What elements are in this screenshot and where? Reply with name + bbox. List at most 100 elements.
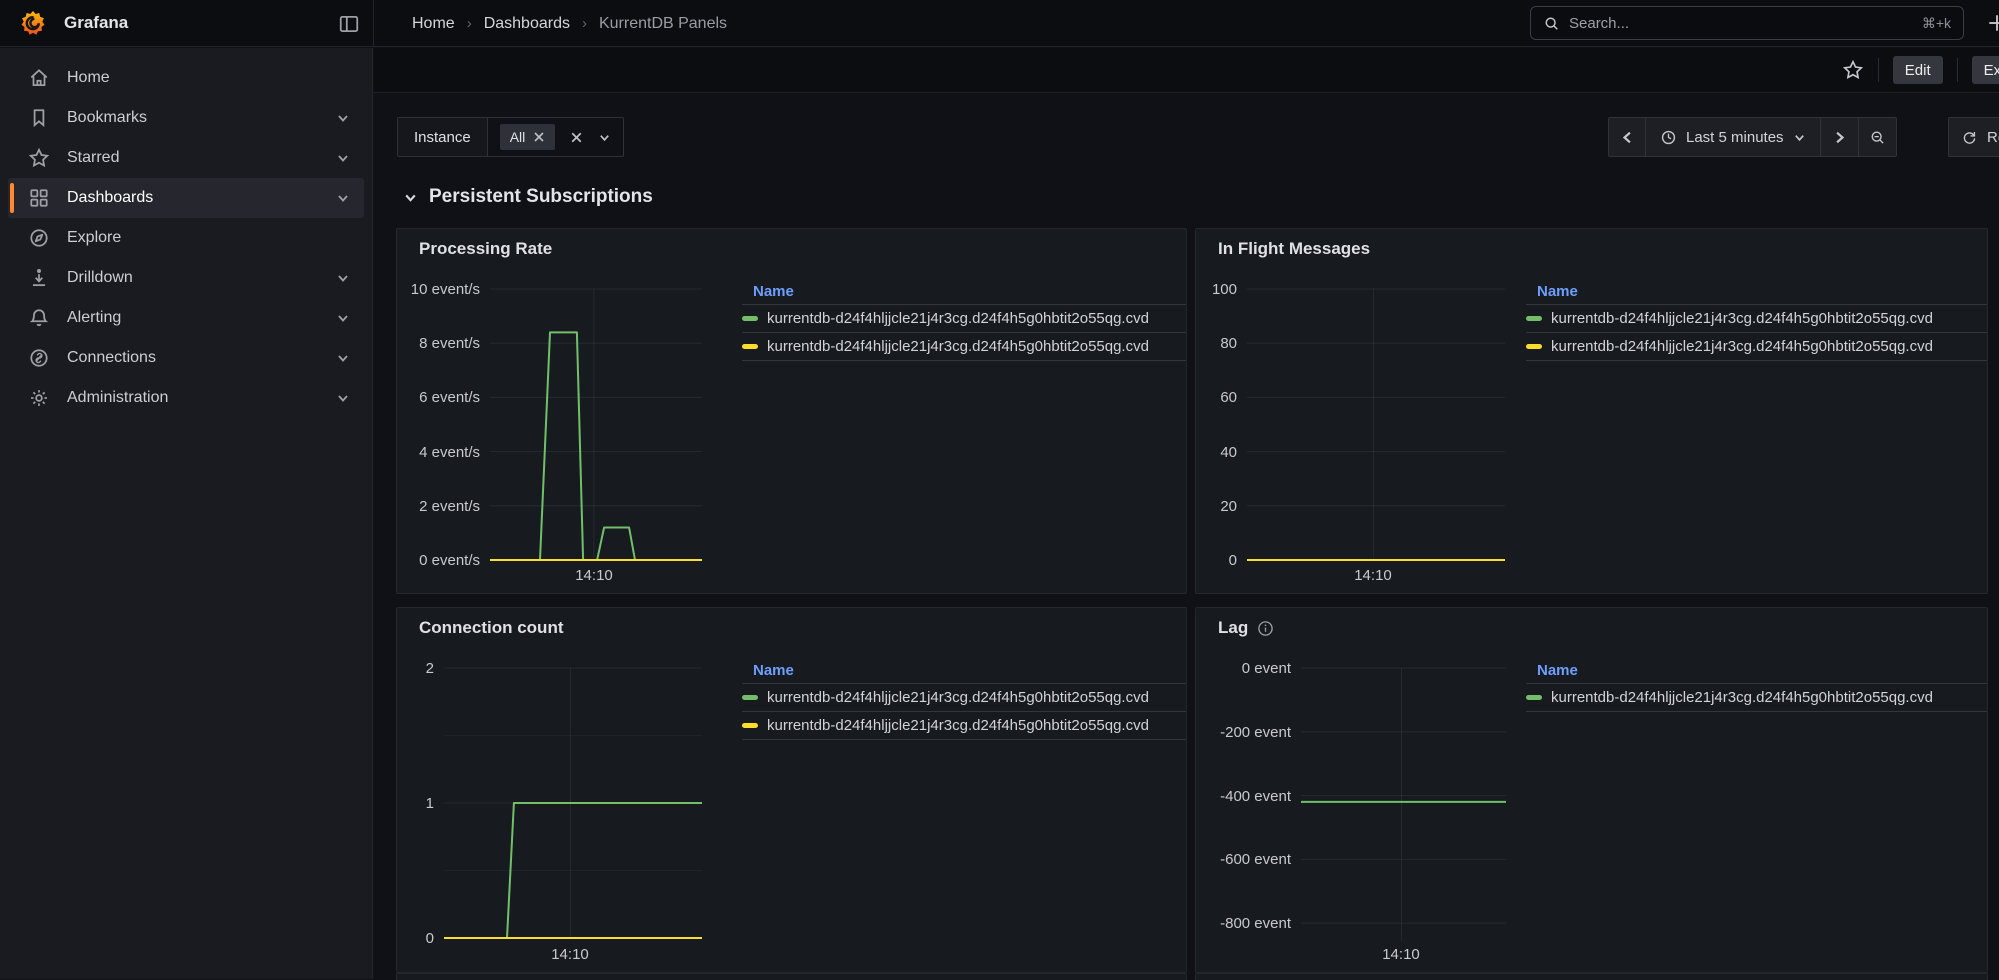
dashboard-toolbar: Edit Export [374, 48, 1999, 93]
time-back-button[interactable] [1608, 117, 1646, 157]
chevron-down-icon [336, 311, 350, 325]
instance-filter: Instance All [397, 117, 624, 157]
chevron-down-icon [336, 151, 350, 165]
sidebar-item-alerting[interactable]: Alerting [8, 298, 364, 338]
time-forward-button[interactable] [1821, 117, 1859, 157]
grafana-logo-icon[interactable] [20, 10, 46, 36]
search-box[interactable]: ⌘+k [1530, 6, 1964, 40]
remove-value-icon[interactable] [533, 131, 545, 143]
series-color-swatch [742, 723, 758, 728]
legend-name-header[interactable]: Name [1526, 657, 1987, 684]
panel-header[interactable]: In Flight Messages [1218, 239, 1370, 259]
topbar-divider [373, 0, 374, 47]
legend-name-header[interactable]: Name [742, 657, 1186, 684]
chevron-left-icon [1619, 129, 1636, 146]
toolbar-divider [1957, 58, 1958, 82]
bell-icon [28, 307, 50, 329]
refresh-button[interactable]: Refresh [1948, 117, 1999, 157]
legend-row[interactable]: kurrentdb-d24f4hljjcle21j4r3cg.d24f4h5g0… [1526, 684, 1987, 712]
breadcrumb-separator: › [467, 15, 472, 32]
breadcrumb-separator: › [582, 15, 587, 32]
search-shortcut-hint: ⌘+k [1922, 15, 1951, 32]
compass-icon [28, 227, 50, 249]
clock-icon [1660, 129, 1677, 146]
bookmark-icon [28, 107, 50, 129]
instance-filter-value[interactable]: All [488, 118, 624, 156]
time-controls: Last 5 minutes [1608, 117, 1897, 157]
brand-title: Grafana [64, 13, 128, 33]
time-series-plot[interactable] [490, 289, 702, 560]
chevron-right-icon [1831, 129, 1848, 146]
chevron-down-icon [336, 111, 350, 125]
legend-table: Name kurrentdb-d24f4hljjcle21j4r3cg.d24f… [742, 657, 1186, 740]
home-icon [28, 67, 50, 89]
legend-table: Name kurrentdb-d24f4hljjcle21j4r3cg.d24f… [1526, 657, 1987, 712]
sidebar-toggle-icon[interactable] [338, 13, 360, 35]
time-series-plot[interactable] [1247, 289, 1505, 560]
breadcrumb-home[interactable]: Home [412, 15, 455, 33]
sidebar-nav: Home Bookmarks Starred Dashboards Explor… [0, 48, 373, 979]
series-color-swatch [742, 316, 758, 321]
sidebar-item-starred[interactable]: Starred [8, 138, 364, 178]
breadcrumb: Home › Dashboards › KurrentDB Panels [412, 0, 727, 47]
sidebar-item-home[interactable]: Home [8, 58, 364, 98]
sidebar-item-dashboards[interactable]: Dashboards [8, 178, 364, 218]
edit-button[interactable]: Edit [1893, 56, 1943, 84]
section-persistent-subscriptions[interactable]: Persistent Subscriptions [403, 186, 653, 208]
add-icon[interactable] [1986, 12, 1999, 34]
instance-filter-label: Instance [398, 118, 488, 156]
clear-filter-icon[interactable] [569, 130, 584, 145]
drilldown-icon [28, 267, 50, 289]
chevron-down-icon[interactable] [598, 131, 611, 144]
sidebar-item-drilldown[interactable]: Drilldown [8, 258, 364, 298]
instance-filter-chip[interactable]: All [500, 124, 556, 150]
search-input[interactable] [1569, 15, 1913, 32]
legend-name-header[interactable]: Name [1526, 278, 1987, 305]
refresh-icon [1961, 129, 1978, 146]
legend-row[interactable]: kurrentdb-d24f4hljjcle21j4r3cg.d24f4h5g0… [1526, 305, 1987, 333]
toolbar-divider [1878, 58, 1879, 82]
dashboard-content: Instance All Last 5 minutes [374, 94, 1999, 979]
time-range-picker[interactable]: Last 5 minutes [1646, 117, 1821, 157]
star-icon [28, 147, 50, 169]
legend-table: Name kurrentdb-d24f4hljjcle21j4r3cg.d24f… [1526, 278, 1987, 361]
chevron-down-icon [336, 271, 350, 285]
chevron-down-icon [336, 391, 350, 405]
panel-lag: Lag 0 event -200 event -400 event -600 e… [1195, 607, 1988, 973]
info-icon[interactable] [1257, 620, 1274, 637]
legend-row[interactable]: kurrentdb-d24f4hljjcle21j4r3cg.d24f4h5g0… [742, 333, 1186, 361]
panel-header[interactable]: Connection count [419, 618, 563, 638]
panel-connection-count: Connection count 2 1 0 14:10 Name kurren… [396, 607, 1187, 973]
search-icon [1543, 15, 1560, 32]
panel-processing-rate: Processing Rate 10 event/s 8 event/s 6 e… [396, 228, 1187, 594]
breadcrumb-current: KurrentDB Panels [599, 15, 727, 33]
series-color-swatch [742, 344, 758, 349]
legend-row[interactable]: kurrentdb-d24f4hljjcle21j4r3cg.d24f4h5g0… [742, 684, 1186, 712]
gear-icon [28, 387, 50, 409]
time-series-plot[interactable] [1301, 668, 1506, 941]
legend-name-header[interactable]: Name [742, 278, 1186, 305]
series-color-swatch [742, 695, 758, 700]
legend-row[interactable]: kurrentdb-d24f4hljjcle21j4r3cg.d24f4h5g0… [1526, 333, 1987, 361]
time-series-plot[interactable] [444, 668, 702, 938]
series-color-swatch [1526, 695, 1542, 700]
sidebar-item-administration[interactable]: Administration [8, 378, 364, 418]
chevron-down-icon [336, 351, 350, 365]
sidebar-item-explore[interactable]: Explore [8, 218, 364, 258]
legend-row[interactable]: kurrentdb-d24f4hljjcle21j4r3cg.d24f4h5g0… [742, 305, 1186, 333]
legend-row[interactable]: kurrentdb-d24f4hljjcle21j4r3cg.d24f4h5g0… [742, 712, 1186, 740]
chevron-down-icon [1793, 131, 1806, 144]
top-navbar: Grafana Home › Dashboards › KurrentDB Pa… [0, 0, 1999, 47]
panel-header[interactable]: Processing Rate [419, 239, 552, 259]
zoom-out-icon [1869, 129, 1886, 146]
sidebar-item-bookmarks[interactable]: Bookmarks [8, 98, 364, 138]
sidebar-item-connections[interactable]: Connections [8, 338, 364, 378]
export-button[interactable]: Export [1972, 56, 1999, 84]
zoom-out-button[interactable] [1859, 117, 1897, 157]
breadcrumb-dashboards[interactable]: Dashboards [484, 15, 570, 33]
legend-table: Name kurrentdb-d24f4hljjcle21j4r3cg.d24f… [742, 278, 1186, 361]
panel-in-flight-messages: In Flight Messages 100 80 60 40 20 0 14:… [1195, 228, 1988, 594]
panel-header[interactable]: Lag [1218, 618, 1274, 638]
star-icon[interactable] [1842, 59, 1864, 81]
connections-link-icon [28, 347, 50, 369]
